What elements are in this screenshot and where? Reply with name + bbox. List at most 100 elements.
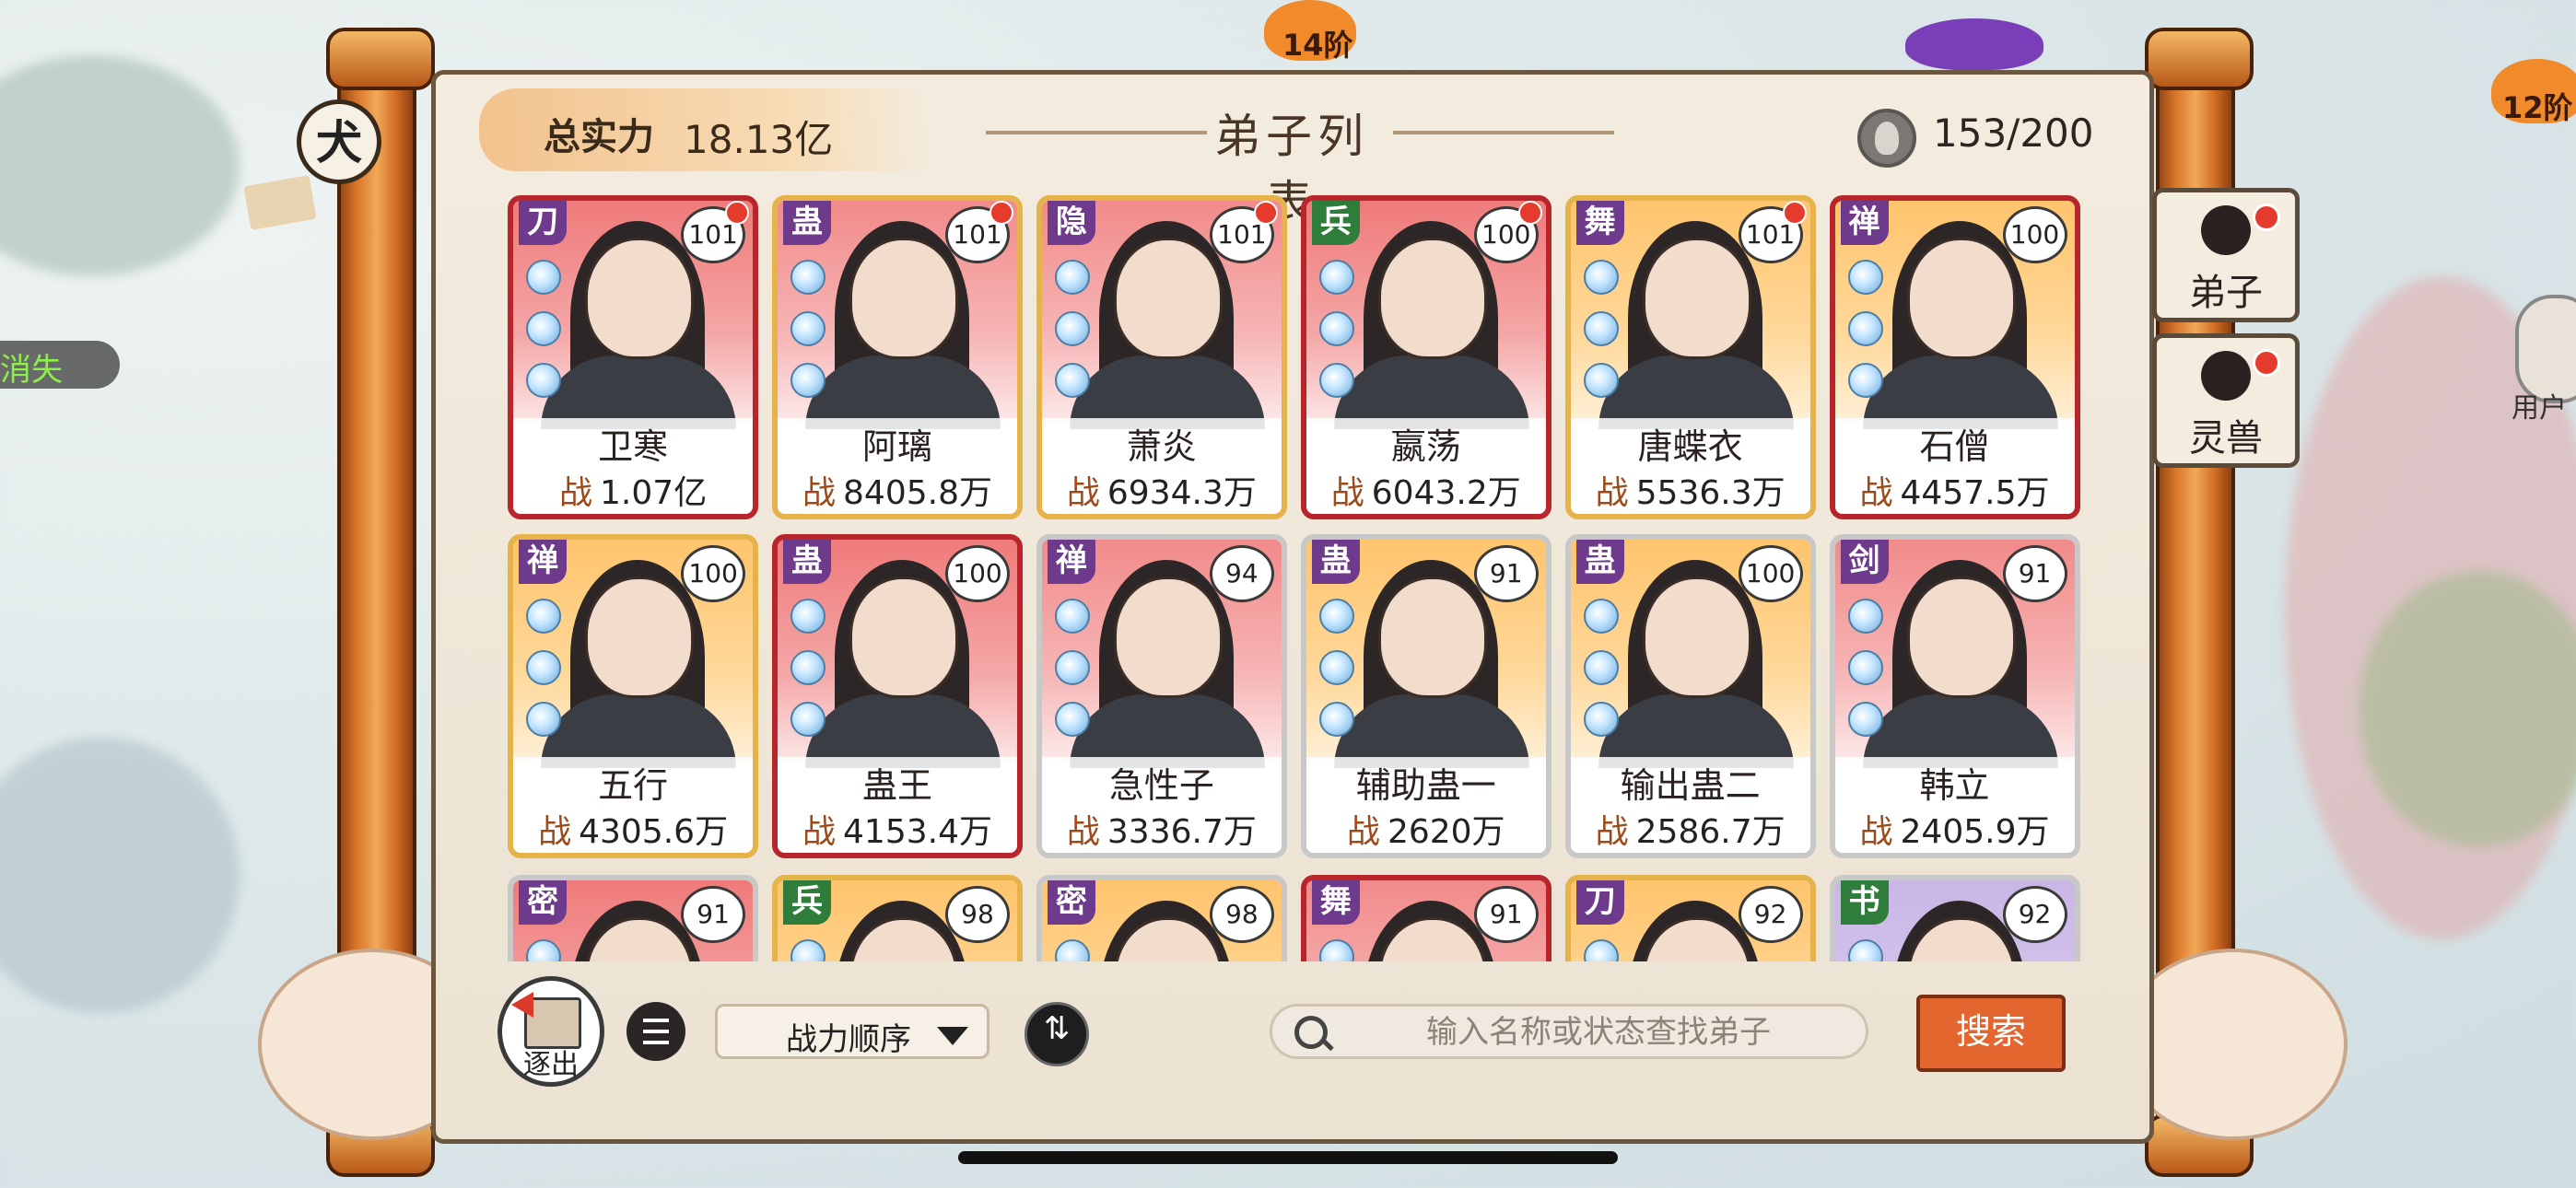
disciple-power: 战 4305.6万	[513, 805, 753, 853]
skill-orbs	[1318, 260, 1356, 414]
left-status-badge[interactable]: 消失	[0, 341, 120, 389]
notification-dot	[1253, 201, 1278, 225]
sort-dropdown[interactable]: 战力顺序	[715, 1004, 989, 1059]
disciple-card[interactable]: 舞 101 唐蝶衣战 5536.3万	[1564, 195, 1816, 519]
class-tag: 禅	[1840, 201, 1889, 245]
disciple-power: 战 8405.8万	[778, 466, 1017, 514]
sort-order-toggle[interactable]: ⇅	[1025, 1002, 1089, 1066]
expel-label: 逐出	[523, 1049, 579, 1081]
class-tag: 舞	[1311, 880, 1360, 925]
disciple-icon	[2201, 205, 2251, 255]
class-tag: 刀	[1575, 880, 1624, 925]
skill-orbs	[1847, 939, 1885, 961]
disciple-card[interactable]: 剑 91 韩立战 2405.9万	[1829, 534, 2080, 858]
scroll-rod-cap	[326, 28, 435, 90]
spirit-beast-icon	[2201, 351, 2251, 401]
level-badge: 91	[2002, 545, 2067, 602]
power-prefix: 战	[802, 813, 837, 851]
power-prefix: 战	[538, 813, 572, 851]
class-tag: 兵	[783, 880, 831, 925]
disciple-card[interactable]: 密 98	[1036, 875, 1287, 961]
class-tag: 书	[1840, 880, 1889, 925]
class-tag: 蛊	[783, 201, 831, 245]
skill-orbs	[1318, 599, 1356, 753]
disciple-card[interactable]: 禅 94 急性子战 3336.7万	[1036, 534, 1287, 858]
disciple-card[interactable]: 蛊 101 阿璃战 8405.8万	[772, 195, 1023, 519]
disciple-card[interactable]: 密 91	[508, 875, 759, 961]
skill-orbs	[1318, 939, 1356, 961]
level-badge: 100	[945, 545, 1010, 602]
disciple-power: 战 2405.9万	[1835, 805, 2075, 853]
skill-orbs	[1583, 599, 1621, 753]
scroll-rod-cap	[2145, 28, 2254, 90]
filter-list-button[interactable]	[626, 1002, 685, 1061]
total-power-label: 总实力	[544, 115, 654, 158]
flame-tier-label: 14阶	[1282, 28, 1353, 63]
disciple-power: 战 2620万	[1306, 805, 1546, 853]
disciple-card[interactable]: 刀 92	[1564, 875, 1816, 961]
skill-orbs	[1583, 260, 1621, 414]
disciple-card[interactable]: 刀 101 卫寒战 1.07亿	[508, 195, 759, 519]
power-prefix: 战	[802, 474, 837, 512]
notification-dot	[2253, 204, 2280, 231]
tab-spirit-beasts[interactable]: 灵兽	[2152, 333, 2300, 468]
power-value: 2620万	[1387, 813, 1505, 851]
search-button[interactable]: 搜索	[1916, 995, 2066, 1072]
power-prefix: 战	[1346, 813, 1380, 851]
power-prefix: 战	[1859, 813, 1893, 851]
disciple-card[interactable]: 蛊 100 输出蛊二战 2586.7万	[1564, 534, 1816, 858]
disciple-card[interactable]: 蛊 91 辅助蛊一战 2620万	[1300, 534, 1551, 858]
expel-button[interactable]: 逐出	[498, 976, 604, 1087]
disciple-card[interactable]: 兵 98	[772, 875, 1023, 961]
chevron-down-icon	[937, 1027, 968, 1045]
search-input[interactable]	[1339, 1010, 1858, 1054]
class-tag: 隐	[1047, 201, 1095, 245]
title-line-left	[986, 131, 1207, 134]
disciple-card[interactable]: 兵 100 嬴荡战 6043.2万	[1300, 195, 1551, 519]
disciple-power: 战 2586.7万	[1571, 805, 1810, 853]
disciple-card[interactable]: 舞 91	[1300, 875, 1551, 961]
disciple-card[interactable]: 禅 100 五行战 4305.6万	[508, 534, 759, 858]
notification-dot	[725, 201, 750, 225]
level-badge: 98	[945, 886, 1010, 943]
notification-dot	[1517, 201, 1542, 225]
disciple-card[interactable]: 书 92	[1829, 875, 2080, 961]
level-badge: 91	[1473, 886, 1539, 943]
power-value: 6043.2万	[1371, 474, 1521, 512]
notification-dot	[1782, 201, 1807, 225]
disciple-power: 战 6934.3万	[1042, 466, 1282, 514]
disciple-grid: 刀 101 卫寒战 1.07亿蛊 101 阿璃战 8405.8万隐 101 萧炎战 6934.3万…	[488, 195, 2080, 961]
disciple-card[interactable]: 蛊 100 蛊王战 4153.4万	[772, 534, 1023, 858]
power-value: 4305.6万	[579, 813, 729, 851]
skill-orbs	[790, 260, 827, 414]
disciple-count-icon	[1857, 109, 1916, 168]
disciple-card[interactable]: 禅 100 石僧战 4457.5万	[1829, 195, 2080, 519]
disciple-name: 蛊王	[861, 765, 932, 806]
power-prefix: 战	[1330, 474, 1364, 512]
skill-orbs	[1054, 599, 1092, 753]
disciple-name: 石僧	[1919, 426, 1990, 467]
disciple-card[interactable]: 隐 101 萧炎战 6934.3万	[1036, 195, 1287, 519]
search-icon	[1294, 1016, 1328, 1049]
power-value: 4457.5万	[1900, 474, 2050, 512]
disciple-name: 辅助蛊一	[1355, 765, 1496, 806]
class-tag: 刀	[519, 201, 568, 245]
level-badge: 98	[1209, 886, 1274, 943]
class-tag: 兵	[1311, 201, 1360, 245]
power-value: 6934.3万	[1107, 474, 1257, 512]
disciple-name: 阿璃	[861, 426, 932, 467]
level-badge: 92	[2002, 886, 2067, 943]
close-knot-button[interactable]: 犬	[297, 99, 381, 184]
class-tag: 禅	[1047, 540, 1095, 584]
disciple-power: 战 5536.3万	[1571, 466, 1810, 514]
tassel-decoration	[243, 175, 317, 230]
power-prefix: 战	[1595, 813, 1629, 851]
power-prefix: 战	[559, 474, 593, 512]
power-value: 2586.7万	[1635, 813, 1786, 851]
disciple-name: 唐蝶衣	[1637, 426, 1743, 467]
class-tag: 蛊	[1575, 540, 1624, 584]
home-indicator[interactable]	[958, 1151, 1618, 1164]
tab-disciples[interactable]: 弟子	[2152, 188, 2300, 322]
power-value: 8405.8万	[843, 474, 992, 512]
search-box[interactable]	[1270, 1004, 1868, 1059]
